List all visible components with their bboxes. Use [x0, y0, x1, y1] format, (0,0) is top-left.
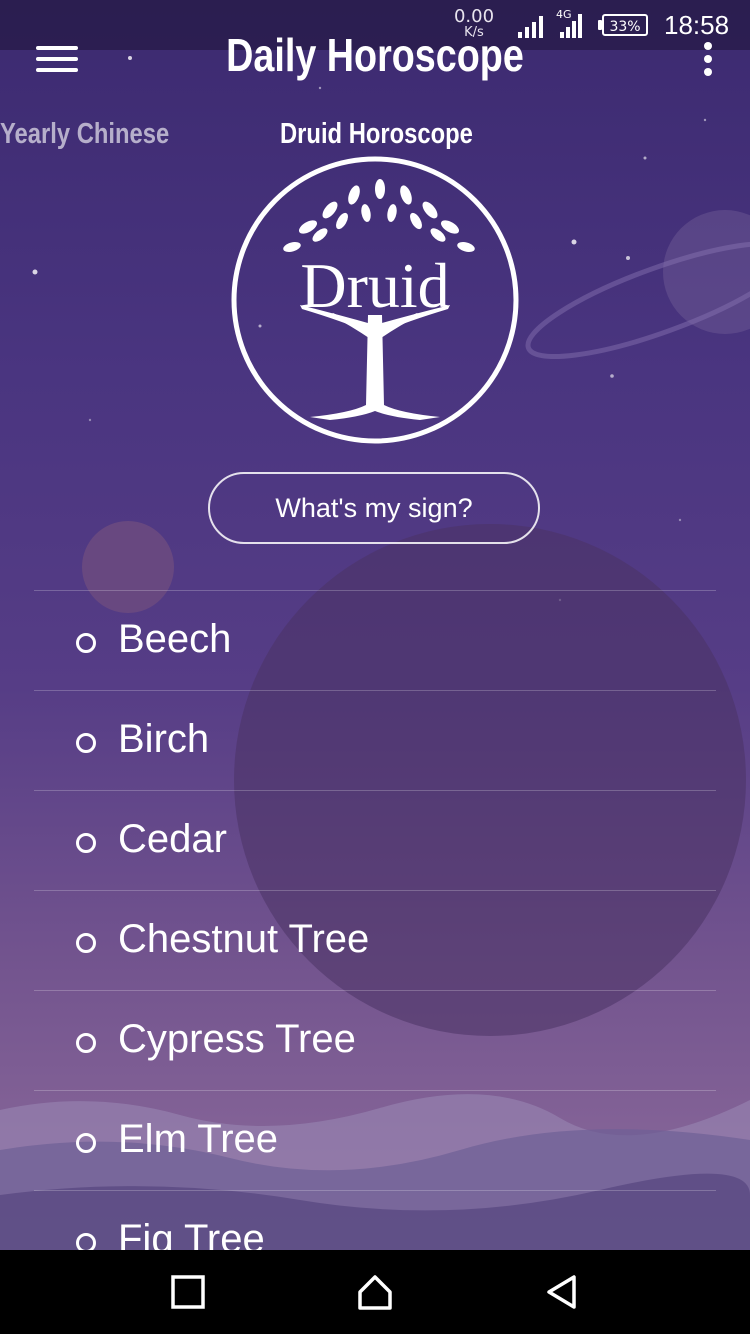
list-item-label: Fig Tree — [118, 1217, 265, 1250]
navigation-bar — [0, 1250, 750, 1334]
list-item-cypress-tree[interactable]: Cypress Tree — [34, 990, 716, 1090]
back-triangle-icon[interactable] — [542, 1272, 582, 1312]
home-icon[interactable] — [355, 1272, 395, 1312]
list-item-beech[interactable]: Beech — [34, 590, 716, 690]
tab-yearly-chinese[interactable]: Yearly Chinese — [0, 118, 169, 151]
clock: 18:58 — [664, 10, 730, 40]
radio-circle-icon — [76, 833, 96, 853]
whats-my-sign-button[interactable]: What's my sign? — [208, 472, 540, 544]
list-item-label: Chestnut Tree — [118, 917, 370, 961]
whats-my-sign-label: What's my sign? — [275, 492, 473, 523]
radio-circle-icon — [76, 1233, 96, 1250]
list-item-label: Cedar — [118, 817, 227, 861]
druid-sign-list: Beech Birch Cedar Chestnut Tree Cypress … — [34, 590, 716, 1250]
more-vert-icon[interactable] — [696, 40, 720, 80]
square-icon[interactable] — [168, 1272, 208, 1312]
list-item-fig-tree[interactable]: Fig Tree — [34, 1190, 716, 1250]
radio-circle-icon — [76, 1033, 96, 1053]
radio-circle-icon — [76, 1133, 96, 1153]
screen: 0.00 K/s 4G 33% 18:58 Daily Horoscope Ye… — [0, 0, 750, 1250]
network-type-label: 4G — [556, 8, 572, 21]
logo-text: Druid — [300, 250, 449, 321]
list-item-label: Cypress Tree — [118, 1017, 356, 1061]
druid-logo: Druid — [231, 156, 519, 444]
radio-circle-icon — [76, 633, 96, 653]
list-item-cedar[interactable]: Cedar — [34, 790, 716, 890]
list-item-label: Birch — [118, 717, 210, 761]
radio-circle-icon — [76, 933, 96, 953]
radio-circle-icon — [76, 733, 96, 753]
hamburger-menu-icon[interactable] — [36, 42, 80, 76]
tab-druid-horoscope[interactable]: Druid Horoscope — [280, 118, 473, 151]
list-item-label: Elm Tree — [118, 1117, 279, 1161]
list-item-birch[interactable]: Birch — [34, 690, 716, 790]
cell-signal-icon: 4G — [556, 8, 582, 38]
battery-icon: 33% — [602, 14, 648, 36]
list-item-chestnut-tree[interactable]: Chestnut Tree — [34, 890, 716, 990]
network-speed-value: 0.00 — [453, 6, 495, 27]
battery-level: 33% — [609, 19, 641, 35]
app-title: Daily Horoscope — [226, 29, 524, 81]
list-item-elm-tree[interactable]: Elm Tree — [34, 1090, 716, 1190]
list-item-label: Beech — [118, 617, 232, 661]
